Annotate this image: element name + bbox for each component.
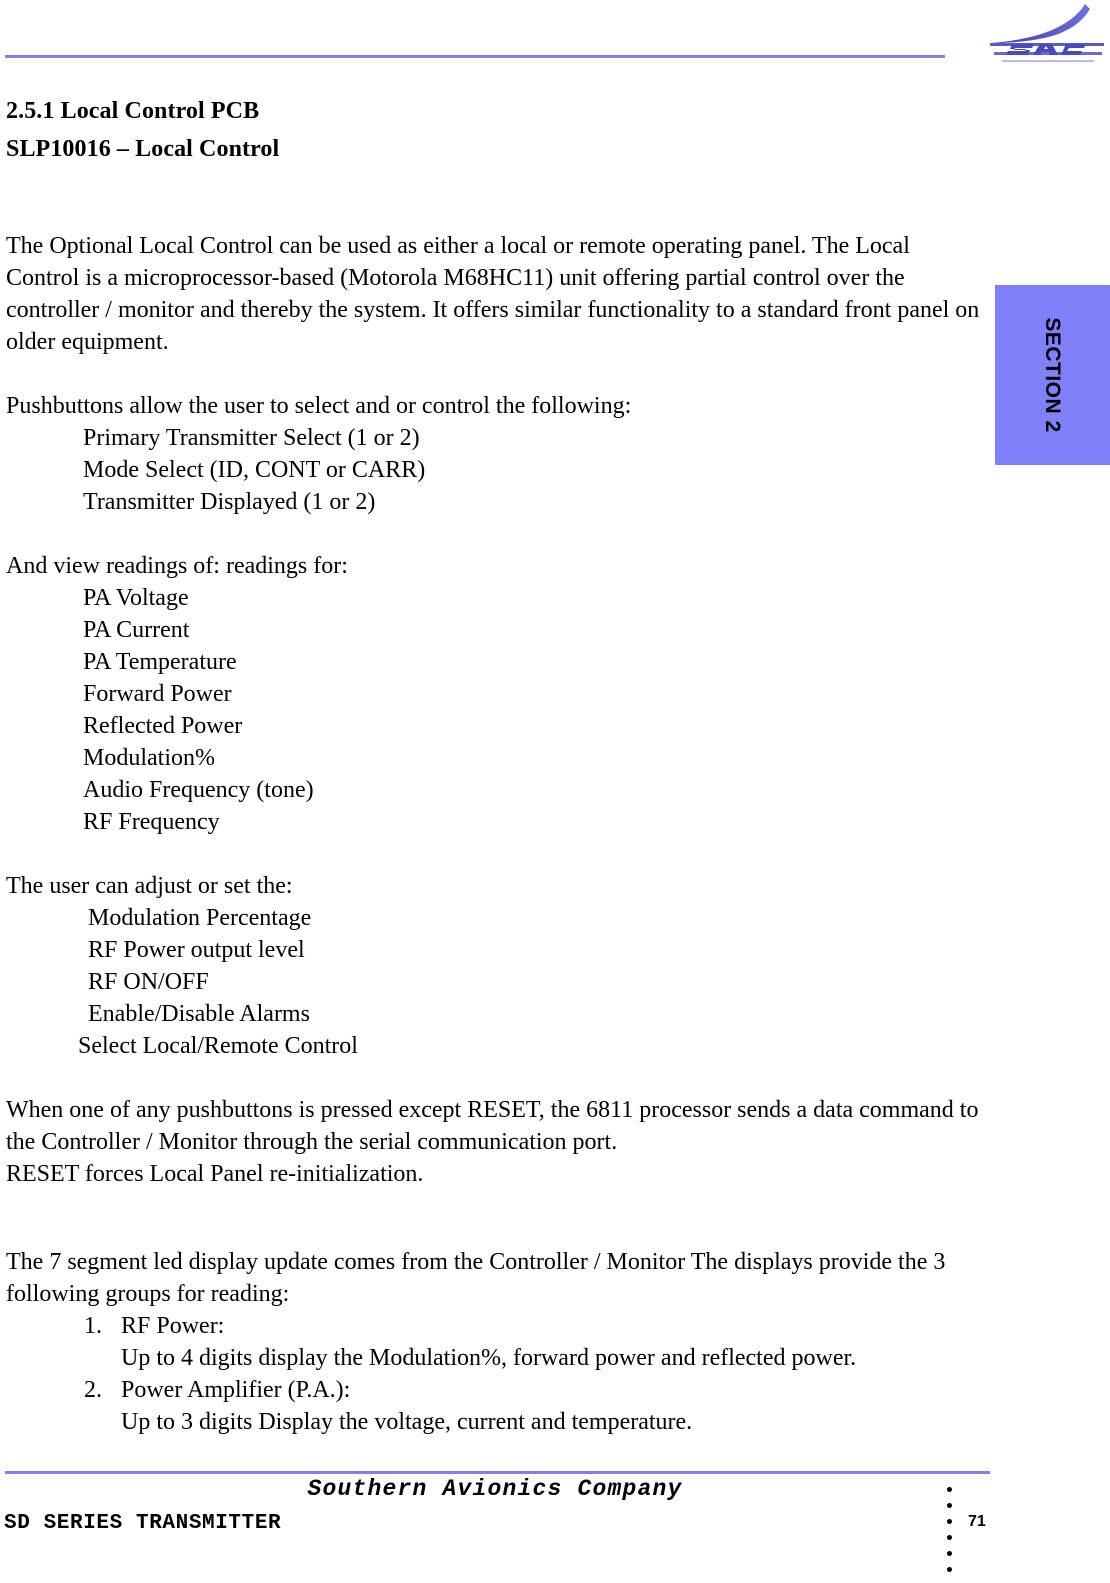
readings-list: PA Voltage PA Current PA Temperature For…: [6, 582, 986, 838]
list-item: PA Temperature: [83, 649, 237, 675]
dot: [947, 1551, 952, 1556]
list-item: RF Frequency: [83, 809, 220, 835]
list-item-detail: Up to 4 digits display the Modulation%, …: [121, 1345, 857, 1371]
document-body: 2.5.1 Local Control PCB SLP10016 – Local…: [6, 92, 986, 1438]
adjust-list: Modulation Percentage RF Power output le…: [6, 902, 986, 1062]
list-item-title: Power Amplifier (P.A.):: [121, 1377, 351, 1403]
footer-product-name: SD SERIES TRANSMITTER: [4, 1512, 282, 1535]
page-subtitle: SLP10016 – Local Control: [6, 136, 280, 162]
intro-paragraph: The Optional Local Control can be used a…: [6, 233, 980, 355]
readings-intro: And view readings of: readings for:: [6, 553, 348, 579]
dot: [947, 1535, 952, 1540]
footer-rule: [5, 1471, 990, 1474]
list-marker: 2.: [84, 1377, 102, 1403]
list-item: Select Local/Remote Control: [78, 1033, 358, 1059]
dot: [947, 1519, 952, 1524]
display-intro: The 7 segment led display update comes f…: [6, 1249, 946, 1307]
list-item: Primary Transmitter Select (1 or 2): [83, 425, 420, 451]
list-item: PA Current: [83, 617, 190, 643]
dot: [947, 1487, 952, 1492]
list-item: Mode Select (ID, CONT or CARR): [83, 457, 426, 483]
list-item: RF Power output level: [88, 937, 305, 963]
footer-company-name: Southern Avionics Company: [307, 1476, 683, 1502]
section-tab: SECTION 2: [995, 285, 1110, 465]
display-groups-list: 1. RF Power: Up to 4 digits display the …: [6, 1310, 986, 1438]
list-item-title: RF Power:: [121, 1313, 225, 1339]
list-item: Forward Power: [83, 681, 232, 707]
reset-note: RESET forces Local Panel re-initializati…: [6, 1161, 424, 1187]
list-item: Enable/Disable Alarms: [88, 1001, 310, 1027]
list-item: RF ON/OFF: [88, 969, 209, 995]
list-item: Modulation Percentage: [88, 905, 312, 931]
list-item: Modulation%: [83, 745, 215, 771]
header-rule: [5, 55, 945, 58]
list-item: Transmitter Displayed (1 or 2): [83, 489, 376, 515]
sac-logo-icon: [982, 2, 1108, 70]
list-item-detail: Up to 3 digits Display the voltage, curr…: [121, 1409, 693, 1435]
list-item: Audio Frequency (tone): [83, 777, 314, 803]
pushbutton-note: When one of any pushbuttons is pressed e…: [6, 1097, 979, 1155]
dot: [947, 1567, 952, 1572]
adjust-intro: The user can adjust or set the:: [6, 873, 293, 899]
footer-dot-column: [947, 1487, 957, 1583]
list-item: 1. RF Power: Up to 4 digits display the …: [6, 1310, 986, 1374]
list-item: Reflected Power: [83, 713, 243, 739]
list-marker: 1.: [84, 1313, 102, 1339]
page-title: 2.5.1 Local Control PCB: [6, 98, 260, 124]
section-tab-label: SECTION 2: [1041, 317, 1065, 433]
pushbuttons-list: Primary Transmitter Select (1 or 2) Mode…: [6, 422, 986, 518]
list-item: 2. Power Amplifier (P.A.): Up to 3 digit…: [6, 1374, 986, 1438]
pushbuttons-intro: Pushbuttons allow the user to select and…: [6, 393, 632, 419]
list-item: PA Voltage: [83, 585, 189, 611]
dot: [947, 1503, 952, 1508]
page-number: 71: [968, 1513, 986, 1530]
